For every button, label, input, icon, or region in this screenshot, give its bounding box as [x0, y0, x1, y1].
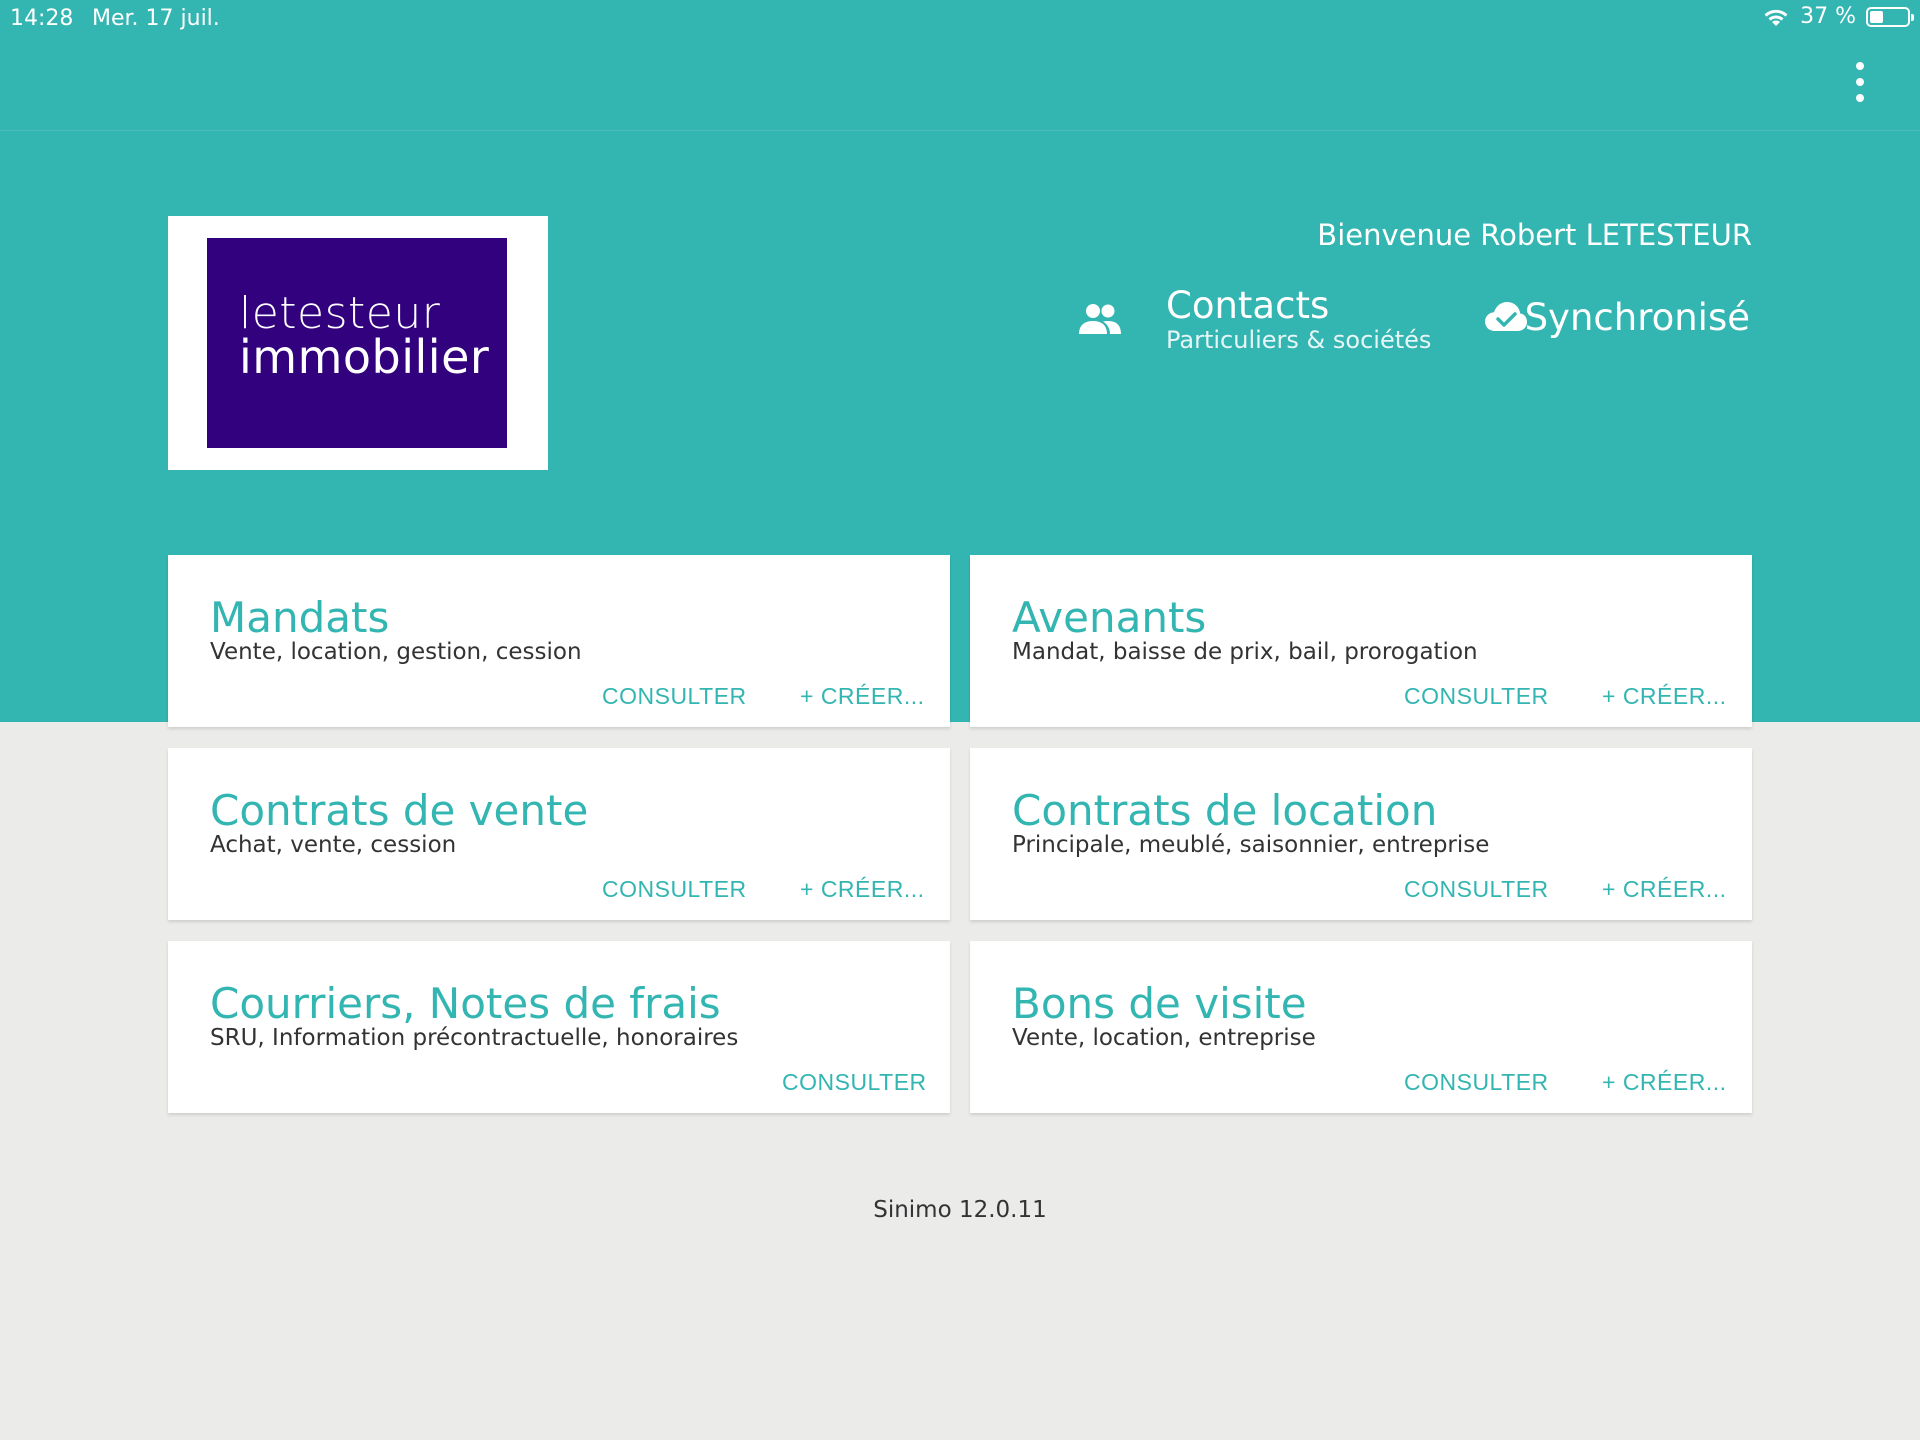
- cloud-done-icon: [1484, 300, 1528, 336]
- contacts-subtitle: Particuliers & sociétés: [1166, 326, 1432, 354]
- welcome-message: Bienvenue Robert LETESTEUR: [1317, 218, 1752, 252]
- wifi-icon: [1762, 6, 1790, 28]
- consulter-button[interactable]: CONSULTER: [602, 876, 747, 903]
- creer-button[interactable]: + CRÉER...: [1602, 683, 1727, 710]
- creer-button[interactable]: + CRÉER...: [1602, 1069, 1727, 1096]
- contacts-title: Contacts: [1166, 284, 1330, 327]
- card-subtitle: Vente, location, gestion, cession: [210, 639, 582, 665]
- consulter-button[interactable]: CONSULTER: [1404, 683, 1549, 710]
- creer-button[interactable]: + CRÉER...: [800, 876, 925, 903]
- consulter-button[interactable]: CONSULTER: [1404, 1069, 1549, 1096]
- card-title: Avenants: [1012, 593, 1207, 642]
- more-options-icon[interactable]: [1848, 62, 1872, 102]
- card-contrats-vente[interactable]: Contrats de vente Achat, vente, cession …: [168, 748, 950, 920]
- consulter-button[interactable]: CONSULTER: [782, 1069, 927, 1096]
- battery-icon: [1866, 6, 1914, 27]
- card-title: Contrats de vente: [210, 786, 589, 835]
- agency-logo: letesteur immobilier: [168, 216, 548, 470]
- card-title: Courriers, Notes de frais: [210, 979, 721, 1028]
- creer-button[interactable]: + CRÉER...: [1602, 876, 1727, 903]
- card-subtitle: Principale, meublé, saisonnier, entrepri…: [1012, 832, 1490, 858]
- card-title: Mandats: [210, 593, 390, 642]
- consulter-button[interactable]: CONSULTER: [1404, 876, 1549, 903]
- status-indicators: 37 %: [1762, 4, 1914, 29]
- card-subtitle: Vente, location, entreprise: [1012, 1025, 1316, 1051]
- app-version: Sinimo 12.0.11: [873, 1197, 1047, 1223]
- card-subtitle: Mandat, baisse de prix, bail, prorogatio…: [1012, 639, 1478, 665]
- card-title: Contrats de location: [1012, 786, 1438, 835]
- creer-button[interactable]: + CRÉER...: [800, 683, 925, 710]
- battery-percent: 37 %: [1800, 4, 1856, 29]
- card-courriers[interactable]: Courriers, Notes de frais SRU, Informati…: [168, 941, 950, 1113]
- battery-level: [1870, 10, 1884, 23]
- logo-text-line2: immobilier: [239, 330, 490, 384]
- logo-badge: letesteur immobilier: [207, 238, 507, 448]
- sync-label: Synchronisé: [1524, 296, 1750, 339]
- card-subtitle: Achat, vente, cession: [210, 832, 457, 858]
- card-avenants[interactable]: Avenants Mandat, baisse de prix, bail, p…: [970, 555, 1752, 727]
- card-subtitle: SRU, Information précontractuelle, honor…: [210, 1025, 739, 1051]
- people-icon: [1076, 302, 1124, 340]
- toolbar-divider: [0, 130, 1920, 131]
- card-title: Bons de visite: [1012, 979, 1307, 1028]
- consulter-button[interactable]: CONSULTER: [602, 683, 747, 710]
- card-bons-visite[interactable]: Bons de visite Vente, location, entrepri…: [970, 941, 1752, 1113]
- card-contrats-location[interactable]: Contrats de location Principale, meublé,…: [970, 748, 1752, 920]
- status-time: 14:28: [10, 6, 74, 31]
- card-mandats[interactable]: Mandats Vente, location, gestion, cessio…: [168, 555, 950, 727]
- status-date: Mer. 17 juil.: [92, 6, 220, 31]
